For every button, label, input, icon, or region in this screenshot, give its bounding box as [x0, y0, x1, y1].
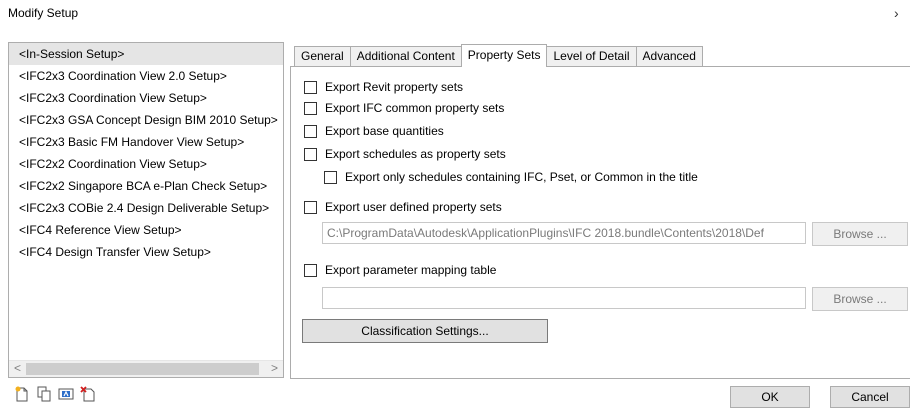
setup-list-item[interactable]: <IFC2x3 Basic FM Handover View Setup> [9, 131, 283, 153]
export-user-defined-checkbox[interactable] [304, 200, 317, 214]
setup-list-item[interactable]: <IFC4 Reference View Setup> [9, 219, 283, 241]
rename-setup-icon[interactable] [58, 386, 74, 402]
setup-list-item[interactable]: <IFC4 Design Transfer View Setup> [9, 241, 283, 263]
export-revit-property-sets-option[interactable]: Export Revit property sets [304, 80, 463, 94]
export-base-quantities-checkbox[interactable] [304, 124, 317, 138]
scroll-right-arrow[interactable]: > [266, 361, 283, 377]
tab-strip: General Additional Content Property Sets Le… [294, 44, 703, 67]
export-revit-property-sets-label: Export Revit property sets [325, 80, 464, 94]
mapping-table-path-field[interactable] [322, 287, 806, 309]
export-user-defined-label: Export user defined property sets [325, 200, 502, 214]
setup-list-item[interactable]: <IFC2x3 COBie 2.4 Design Deliverable Set… [9, 197, 283, 219]
tab-general[interactable]: General [294, 46, 351, 67]
window-title: Modify Setup [8, 6, 79, 20]
browse-mapping-table-button[interactable]: Browse ... [812, 287, 908, 311]
tab-advanced[interactable]: Advanced [635, 46, 703, 67]
export-only-schedules-checkbox[interactable] [324, 170, 337, 184]
setup-list[interactable]: <In-Session Setup> <IFC2x3 Coordination V… [8, 42, 284, 378]
ok-button[interactable]: OK [730, 386, 810, 408]
setup-list-item[interactable]: <IFC2x3 GSA Concept Design BIM 2010 Setu… [9, 109, 283, 131]
chevron-right-icon[interactable]: › [894, 5, 899, 21]
setup-list-item[interactable]: <In-Session Setup> [9, 43, 283, 65]
setup-list-item[interactable]: <IFC2x3 Coordination View 2.0 Setup> [9, 65, 283, 87]
cancel-button[interactable]: Cancel [830, 386, 910, 408]
export-base-quantities-label: Export base quantities [325, 124, 444, 138]
setup-list-item[interactable]: <IFC2x2 Coordination View Setup> [9, 153, 283, 175]
export-ifc-common-property-sets-checkbox[interactable] [304, 101, 317, 115]
tab-property-sets[interactable]: Property Sets [460, 44, 548, 67]
export-schedules-checkbox[interactable] [304, 147, 317, 161]
new-setup-icon[interactable] [14, 386, 30, 402]
user-defined-path-field[interactable]: C:\ProgramData\Autodesk\ApplicationPlugi… [322, 222, 806, 244]
classification-settings-button[interactable]: Classification Settings... [302, 319, 548, 343]
export-schedules-option[interactable]: Export schedules as property sets [304, 147, 506, 161]
duplicate-setup-icon[interactable] [36, 386, 52, 402]
scroll-left-arrow[interactable]: < [9, 361, 26, 377]
delete-setup-icon[interactable] [80, 386, 96, 402]
export-mapping-table-checkbox[interactable] [304, 263, 317, 277]
horizontal-scrollbar[interactable]: < > [9, 360, 283, 377]
setup-list-item[interactable]: <IFC2x2 Singapore BCA e-Plan Check Setup… [9, 175, 283, 197]
export-mapping-table-option[interactable]: Export parameter mapping table [304, 263, 496, 277]
export-only-schedules-option[interactable]: Export only schedules containing IFC, Ps… [324, 170, 698, 184]
export-ifc-common-property-sets-option[interactable]: Export IFC common property sets [304, 101, 504, 115]
export-mapping-table-label: Export parameter mapping table [325, 263, 497, 277]
scrollbar-thumb[interactable] [26, 363, 259, 375]
export-revit-property-sets-checkbox[interactable] [304, 80, 317, 94]
export-user-defined-option[interactable]: Export user defined property sets [304, 200, 502, 214]
export-schedules-label: Export schedules as property sets [325, 147, 506, 161]
export-only-schedules-label: Export only schedules containing IFC, Ps… [345, 170, 698, 184]
browse-user-defined-button[interactable]: Browse ... [812, 222, 908, 246]
tab-level-of-detail[interactable]: Level of Detail [546, 46, 637, 67]
export-base-quantities-option[interactable]: Export base quantities [304, 124, 444, 138]
tab-additional-content[interactable]: Additional Content [349, 46, 462, 67]
setup-list-item[interactable]: <IFC2x3 Coordination View Setup> [9, 87, 283, 109]
export-ifc-common-property-sets-label: Export IFC common property sets [325, 101, 505, 115]
